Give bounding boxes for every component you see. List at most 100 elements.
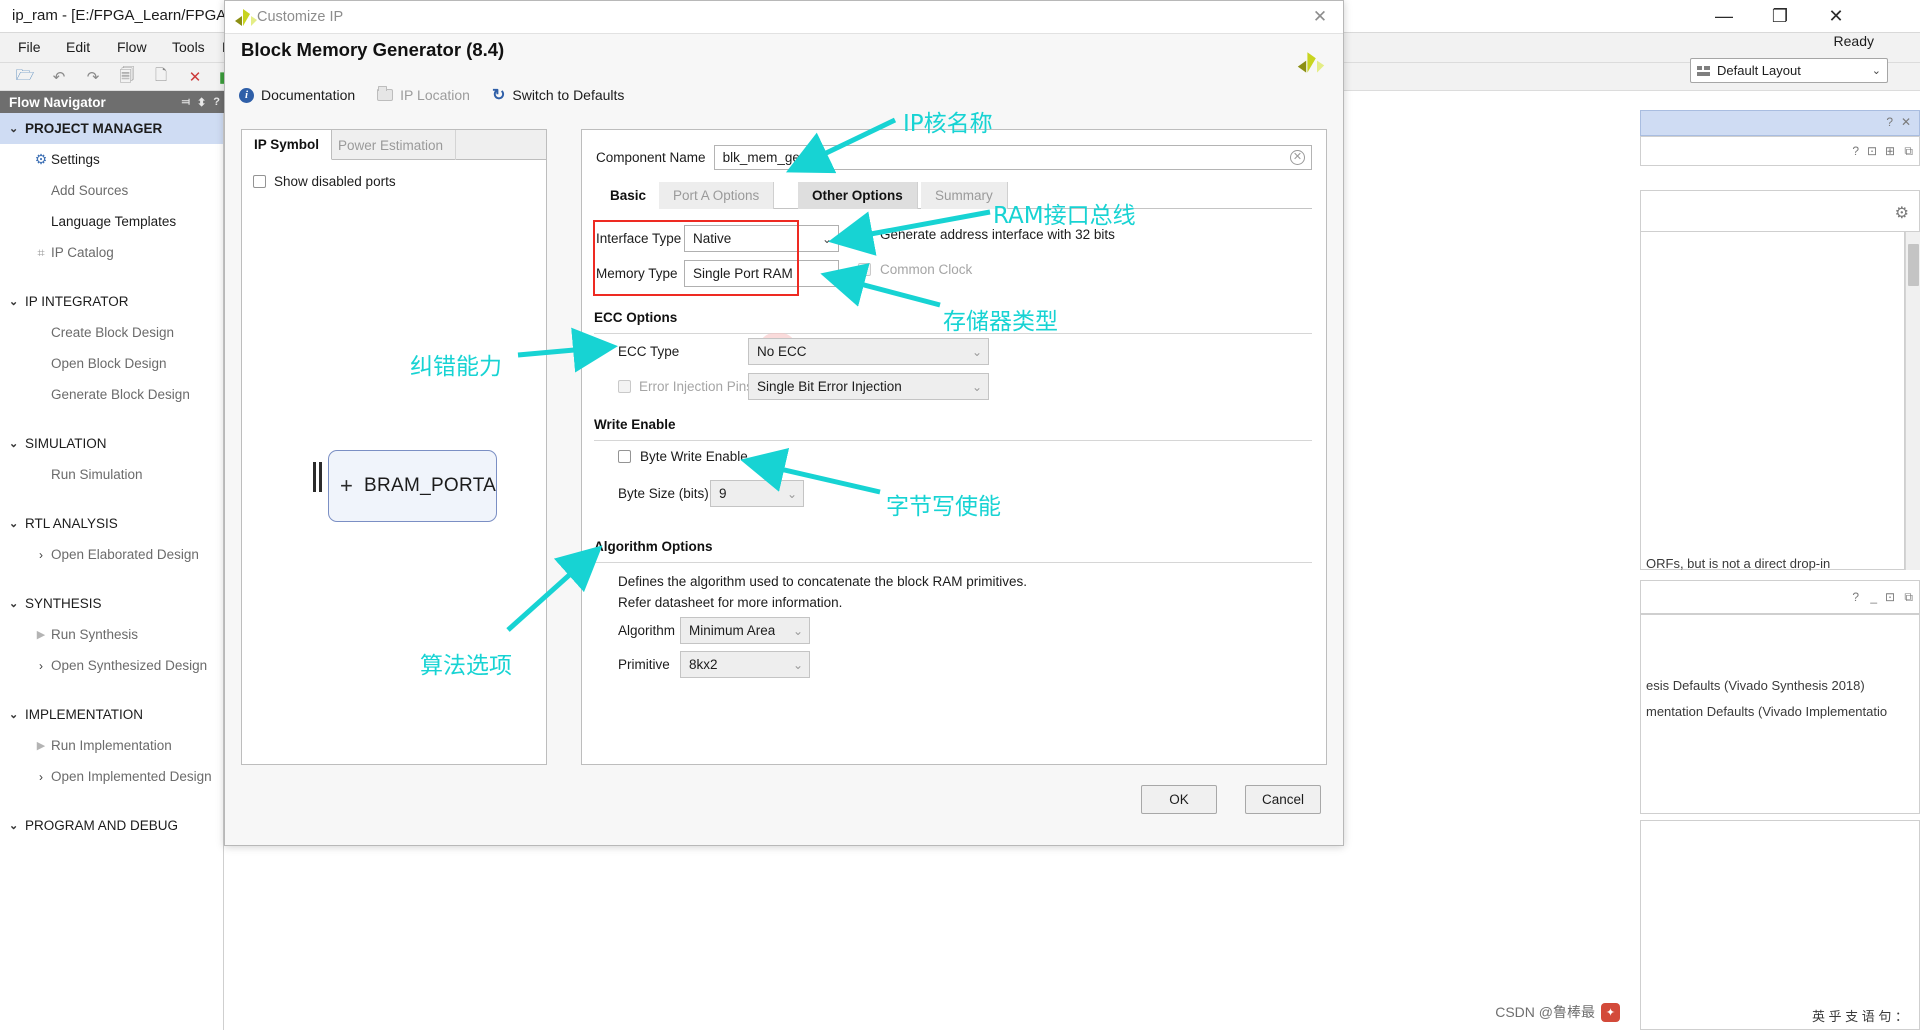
tab-port-a-options[interactable]: Port A Options	[659, 182, 775, 209]
ok-button[interactable]: OK	[1141, 785, 1217, 814]
gear-icon[interactable]: ⚙	[1895, 203, 1909, 223]
sidebar-item-simulation[interactable]: ⌄ SIMULATION	[0, 428, 223, 459]
sidebar-item-language-templates[interactable]: Language Templates	[0, 206, 223, 237]
menu-flow[interactable]: Flow	[117, 39, 147, 55]
sidebar-label: Add Sources	[51, 183, 129, 198]
cancel-button[interactable]: Cancel	[1245, 785, 1321, 814]
sidebar-label: Language Templates	[51, 214, 177, 229]
sidebar-item-project-manager[interactable]: ⌄ PROJECT MANAGER	[0, 113, 223, 144]
error-injection-pins-checkbox[interactable]: Error Injection Pins	[618, 379, 753, 394]
clear-icon[interactable]: ✕	[1290, 149, 1305, 165]
switch-to-defaults-link[interactable]: ↻ Switch to Defaults	[492, 85, 624, 105]
sidebar-item-generate-block-design[interactable]: Generate Block Design	[0, 379, 223, 410]
chevron-down-icon: ⌄	[971, 379, 982, 394]
algorithm-options-rule	[594, 562, 1312, 563]
window-close-button[interactable]: ✕	[1808, 0, 1864, 33]
expand-plus-icon[interactable]: +	[340, 473, 353, 499]
sidebar-label: PROJECT MANAGER	[25, 121, 163, 136]
expand-collapse-icon[interactable]: ⬍	[197, 96, 206, 109]
interface-type-value: Native	[693, 231, 732, 246]
sidebar-item-open-implemented-design[interactable]: › Open Implemented Design	[0, 761, 223, 792]
sidebar-item-open-elaborated-design[interactable]: › Open Elaborated Design	[0, 539, 223, 570]
ip-location-label: IP Location	[400, 87, 470, 103]
tab-ip-symbol[interactable]: IP Symbol	[242, 130, 333, 160]
sidebar-item-run-synthesis[interactable]: ▶ Run Synthesis	[0, 619, 223, 650]
bram-port-a-block[interactable]: + BRAM_PORTA	[328, 450, 497, 522]
help-icon[interactable]: ?	[1886, 115, 1893, 129]
menu-file[interactable]: File	[18, 39, 41, 55]
sidebar-item-create-block-design[interactable]: Create Block Design	[0, 317, 223, 348]
menu-tools[interactable]: Tools	[172, 39, 205, 55]
sidebar-item-ip-integrator[interactable]: ⌄ IP INTEGRATOR	[0, 286, 223, 317]
error-injection-type-select[interactable]: Single Bit Error Injection ⌄	[748, 373, 989, 400]
sidebar-item-run-simulation[interactable]: Run Simulation	[0, 459, 223, 490]
folder-icon	[377, 86, 394, 101]
primitive-select[interactable]: 8kx2 ⌄	[680, 651, 810, 678]
minimize-icon[interactable]: ⊡	[1867, 144, 1877, 158]
byte-size-value: 9	[719, 486, 727, 501]
sidebar-item-rtl-analysis[interactable]: ⌄ RTL ANALYSIS	[0, 508, 223, 539]
chevron-down-icon: ⌄	[9, 518, 19, 530]
bg-panel-scrollbar[interactable]	[1905, 232, 1920, 570]
csdn-watermark: CSDN @鲁棒最 ✦	[1495, 1002, 1620, 1022]
status-ready: Ready	[1833, 33, 1874, 49]
maximize-icon[interactable]: ⊡	[1885, 590, 1895, 604]
sidebar-item-synthesis[interactable]: ⌄ SYNTHESIS	[0, 588, 223, 619]
checkbox-box	[253, 175, 266, 188]
component-name-input[interactable]: blk_mem_gen_0 ✕	[713, 144, 1312, 170]
delete-icon[interactable]: ✕	[184, 66, 206, 88]
error-injection-pins-label: Error Injection Pins	[639, 379, 754, 394]
byte-write-enable-checkbox[interactable]: Byte Write Enable	[618, 449, 748, 464]
collapse-all-icon[interactable]: ⫤	[182, 96, 190, 109]
help-icon[interactable]: ?	[213, 96, 220, 108]
float-icon[interactable]: ⧉	[1904, 590, 1913, 605]
minimize-icon[interactable]: _	[1870, 590, 1877, 604]
write-enable-title: Write Enable	[594, 417, 676, 432]
redo-icon[interactable]: ↷	[82, 66, 104, 88]
sidebar-item-open-synthesized-design[interactable]: › Open Synthesized Design	[0, 650, 223, 681]
open-folder-icon[interactable]: 🗁	[14, 66, 36, 88]
help-icon[interactable]: ?	[1852, 144, 1859, 158]
help-icon[interactable]: ?	[1852, 590, 1859, 604]
component-name-row: Component Name blk_mem_gen_0 ✕	[596, 144, 1312, 170]
window-maximize-button[interactable]: ❐	[1752, 0, 1808, 33]
tab-power-estimation[interactable]: Power Estimation	[326, 130, 457, 160]
scrollbar-thumb[interactable]	[1908, 244, 1919, 286]
undo-icon[interactable]: ↶	[48, 66, 70, 88]
ime-toolbar[interactable]: 英 乎 支 语 句 ：	[1812, 1004, 1908, 1026]
sidebar-label: Open Elaborated Design	[51, 547, 199, 562]
tab-basic[interactable]: Basic	[596, 182, 662, 209]
show-disabled-ports-checkbox[interactable]: Show disabled ports	[253, 174, 396, 189]
copy-icon[interactable]: 🗐	[116, 66, 138, 88]
sidebar-item-open-block-design[interactable]: Open Block Design	[0, 348, 223, 379]
algorithm-select[interactable]: Minimum Area ⌄	[680, 617, 810, 644]
csdn-badge-icon: ✦	[1601, 1002, 1620, 1022]
ecc-type-select[interactable]: No ECC ⌄	[748, 338, 989, 365]
sidebar-item-program-and-debug[interactable]: ⌄ PROGRAM AND DEBUG	[0, 810, 223, 841]
byte-size-select[interactable]: 9 ⌄	[710, 480, 804, 507]
float-icon[interactable]: ⧉	[1904, 144, 1913, 159]
bram-block-label: BRAM_PORTA	[364, 475, 497, 496]
interface-type-select[interactable]: Native ⌄	[684, 225, 839, 252]
sidebar-item-ip-catalog[interactable]: ⌗ IP Catalog	[0, 237, 223, 268]
layout-selector[interactable]: Default Layout ⌄	[1690, 58, 1888, 83]
ip-location-link[interactable]: IP Location	[377, 86, 470, 103]
sidebar-item-run-implementation[interactable]: ▶ Run Implementation	[0, 730, 223, 761]
chevron-right-icon: ›	[39, 658, 43, 673]
documentation-link[interactable]: i Documentation	[239, 87, 355, 103]
memory-type-select[interactable]: Single Port RAM ⌄	[684, 260, 839, 287]
paste-icon[interactable]: 🗋	[150, 66, 172, 88]
sidebar-item-settings[interactable]: ⚙ Settings	[0, 144, 223, 175]
ip-config-pane: Component Name blk_mem_gen_0 ✕ Basic Por…	[581, 129, 1327, 765]
menu-edit[interactable]: Edit	[66, 39, 90, 55]
sidebar-item-add-sources[interactable]: Add Sources	[0, 175, 223, 206]
dialog-close-button[interactable]: ✕	[1309, 7, 1331, 27]
window-minimize-button[interactable]: —	[1696, 0, 1752, 33]
maximize-icon[interactable]: ⊞	[1885, 144, 1895, 158]
sidebar-label: Open Implemented Design	[51, 769, 212, 784]
sidebar-item-implementation[interactable]: ⌄ IMPLEMENTATION	[0, 699, 223, 730]
tab-other-options[interactable]: Other Options	[798, 182, 918, 209]
close-icon[interactable]: ✕	[1901, 115, 1911, 129]
annotation-memory-type: 存储器类型	[943, 309, 1058, 335]
common-clock-checkbox[interactable]: Common Clock	[858, 262, 972, 277]
